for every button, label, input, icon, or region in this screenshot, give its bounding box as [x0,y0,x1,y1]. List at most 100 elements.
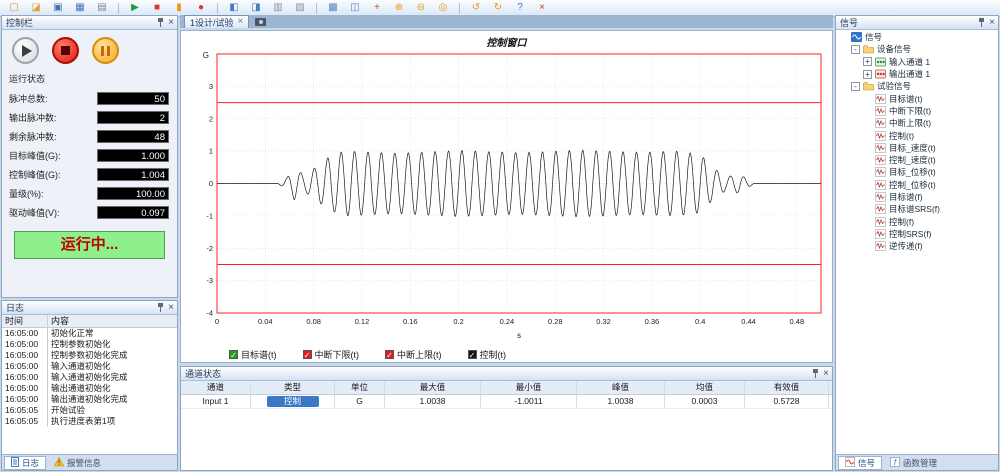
log-tab-alarm[interactable]: 报警信息 [47,456,108,470]
toolbar-icon-signal-manager[interactable]: ▧ [294,2,306,14]
pin-icon[interactable] [157,303,164,312]
status-field-row: 目标峰值(G):1.000 [9,149,169,162]
channel-cell: 1.0038 [385,395,481,408]
toolbar-icon-save[interactable]: ▣ [52,2,64,14]
tree-item[interactable]: 目标_速度(t) [836,142,998,154]
toolbar-icon-save-all[interactable]: ▦ [74,2,86,14]
signal-tab-function[interactable]: f函数管理 [883,456,944,470]
tree-item[interactable]: 目标谱SRS(f) [836,203,998,215]
log-row[interactable]: 16:05:00控制参数初始化 [2,339,177,350]
tree-item[interactable]: + 输出通道 1 [836,68,998,80]
status-field-row: 控制峰值(G):1.004 [9,168,169,181]
transport-controls [2,30,177,67]
toolbar-icon-print[interactable]: ▤ [96,2,108,14]
close-icon[interactable]: × [989,18,995,27]
channel-row[interactable]: Input 1控制G1.0038-1.00111.00380.00030.572… [181,395,832,409]
tree-item[interactable]: 控制_位移(t) [836,179,998,191]
pin-icon[interactable] [157,18,164,27]
log-row[interactable]: 16:05:00输出通道初始化完成 [2,394,177,405]
toolbar-icon-redo[interactable]: ↻ [492,2,504,14]
tree-item-label: 目标谱(f) [889,191,923,203]
log-row[interactable]: 16:05:00初始化正常 [2,328,177,339]
legend-item[interactable]: ✓中断下限(t) [303,348,360,361]
log-row[interactable]: 16:05:05执行进度表第1项 [2,416,177,427]
log-row[interactable]: 16:05:00控制参数初始化完成 [2,350,177,361]
start-button[interactable] [12,37,39,64]
close-icon[interactable]: × [823,369,829,378]
toolbar-icon-zoom-fit[interactable]: ◎ [437,2,449,14]
toolbar-icon-open[interactable]: ◪ [30,2,42,14]
legend-checkbox[interactable]: ✓ [385,350,394,359]
pin-icon[interactable] [812,369,819,378]
tree-item[interactable]: +输入通道 1 [836,56,998,68]
tree-item[interactable]: 信号 [836,31,998,43]
toolbar-icon-help[interactable]: ? [514,2,526,14]
chart-plot-area[interactable]: G3210-1-2-3-400.040.080.120.160.20.240.2… [181,49,832,347]
tree-expander-icon[interactable]: + [863,57,872,66]
log-col-time: 时间 [2,315,48,327]
toolbar-icon-stop[interactable]: ■ [151,2,163,14]
toolbar-icon-cursor[interactable]: + [371,2,383,14]
legend-item[interactable]: ✓目标谱(t) [229,348,277,361]
log-tab-log[interactable]: 日志 [4,456,46,470]
svg-text:-4: -4 [206,309,213,318]
tree-item[interactable]: -试验信号 [836,80,998,92]
wave-icon [875,155,886,165]
toolbar-icon-start[interactable]: ▶ [129,2,141,14]
stop-button[interactable] [52,37,79,64]
capture-icon[interactable] [255,18,266,26]
legend-checkbox[interactable]: ✓ [229,350,238,359]
tab-close-icon[interactable]: × [238,17,244,27]
toolbar-icon-zoom-out[interactable]: ⊖ [415,2,427,14]
legend-item[interactable]: ✓中断上限(t) [385,348,442,361]
tree-item[interactable]: 控制(f) [836,215,998,227]
status-field-row: 驱动峰值(V):0.097 [9,206,169,219]
log-row[interactable]: 16:05:00输入通道初始化完成 [2,372,177,383]
toolbar-icon-new-test[interactable]: ▢ [8,2,20,14]
pin-icon[interactable] [978,18,985,27]
toolbar-icon-new-window[interactable]: ▩ [327,2,339,14]
document-tab[interactable]: 1设计/试验 × [184,15,249,28]
channel-type-badge[interactable]: 控制 [267,396,319,407]
tree-item[interactable]: 中断上限(t) [836,117,998,129]
tree-expander-icon[interactable]: - [851,82,860,91]
status-field-label: 剩余脉冲数: [9,130,57,143]
tree-item[interactable]: 逆传递(f) [836,240,998,252]
tree-expander-icon[interactable]: - [851,45,860,54]
legend-item[interactable]: ✓控制(t) [468,348,507,361]
tree-item[interactable]: 控制_速度(t) [836,154,998,166]
toolbar-icon-undo[interactable]: ↺ [470,2,482,14]
tree-item[interactable]: 目标_位移(t) [836,166,998,178]
signal-tab-signal[interactable]: 信号 [838,456,882,470]
toolbar-icon-record[interactable]: ● [195,2,207,14]
tree-item-label: 输出通道 1 [889,68,930,80]
tree-item[interactable]: 控制SRS(f) [836,228,998,240]
close-icon[interactable]: × [168,303,174,312]
toolbar-icon-schedule[interactable]: ▥ [272,2,284,14]
tree-item[interactable]: 控制(t) [836,129,998,141]
tree-item[interactable]: -设备信号 [836,43,998,55]
toolbar-icon-exit[interactable]: × [536,2,548,14]
tree-item[interactable]: 目标谱(t) [836,92,998,104]
toolbar-icon-layout[interactable]: ◫ [349,2,361,14]
log-row[interactable]: 16:05:05开始试验 [2,405,177,416]
running-status-badge: 运行中... [14,231,165,259]
toolbar-icon-test-config[interactable]: ◧ [228,2,240,14]
close-icon[interactable]: × [168,18,174,27]
toolbar-icon-pause[interactable]: ▮ [173,2,185,14]
legend-checkbox[interactable]: ✓ [468,350,477,359]
toolbar-icon-channel-config[interactable]: ◨ [250,2,262,14]
pause-button[interactable] [92,37,119,64]
toolbar-icon-zoom-in[interactable]: ⊕ [393,2,405,14]
tree-item[interactable]: 目标谱(f) [836,191,998,203]
status-field-row: 量级(%):100.00 [9,187,169,200]
toolbar-separator [459,3,460,14]
log-row[interactable]: 16:05:00输入通道初始化 [2,361,177,372]
tree-expander-icon[interactable]: + [863,70,872,79]
tree-item[interactable]: 中断下限(t) [836,105,998,117]
legend-checkbox[interactable]: ✓ [303,350,312,359]
log-row[interactable]: 16:05:00输出通道初始化 [2,383,177,394]
svg-text:3: 3 [209,82,213,91]
wave-icon [875,192,886,202]
func-icon: f [890,457,900,469]
